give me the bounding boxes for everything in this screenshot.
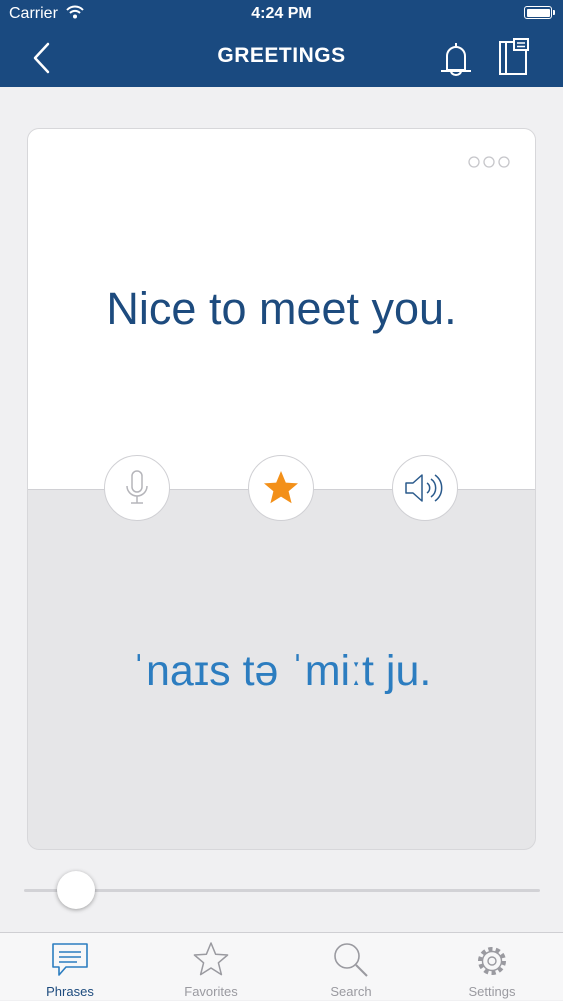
tab-search[interactable]: Search — [281, 933, 421, 1001]
tab-favorites-label: Favorites — [184, 984, 238, 999]
speaker-icon — [405, 474, 443, 502]
tab-phrases-label: Phrases — [46, 984, 94, 999]
speech-bubble-icon — [52, 943, 88, 976]
page-title: GREETINGS — [217, 44, 346, 67]
notebook-icon — [499, 38, 529, 75]
phrase-slider-track[interactable] — [24, 889, 540, 892]
gear-icon — [478, 947, 506, 975]
phrasebook-button[interactable] — [494, 36, 534, 78]
tab-favorites[interactable]: Favorites — [141, 933, 281, 1001]
nav-header: Carrier 4:24 PM GREETINGS — [0, 0, 563, 87]
phrase-text: Nice to meet you. — [106, 283, 457, 334]
tab-settings-label: Settings — [468, 984, 516, 999]
star-filled-icon — [264, 471, 298, 504]
status-time: 4:24 PM — [251, 5, 312, 22]
tab-search-label: Search — [330, 984, 372, 999]
favorite-button[interactable] — [248, 455, 314, 521]
notifications-button[interactable] — [436, 38, 476, 78]
more-options-button[interactable] — [467, 155, 511, 169]
star-outline-icon — [193, 942, 229, 976]
tab-bar: Phrases Favorites Search Settings — [0, 932, 563, 1000]
more-dots-icon — [468, 156, 510, 168]
play-audio-button[interactable] — [392, 455, 458, 521]
phonetic-text: ˈnaɪs tə ˈmiːt ju. — [131, 647, 432, 695]
search-icon — [334, 943, 368, 977]
bell-icon — [441, 43, 471, 76]
card-front: Nice to meet you. — [28, 129, 535, 490]
tab-phrases[interactable]: Phrases — [0, 933, 140, 1001]
battery-icon — [524, 6, 555, 19]
microphone-icon — [126, 470, 148, 504]
tab-settings[interactable]: Settings — [422, 933, 562, 1001]
record-button[interactable] — [104, 455, 170, 521]
phrase-slider-handle[interactable] — [57, 871, 95, 909]
status-bar: Carrier 4:24 PM — [0, 0, 563, 28]
